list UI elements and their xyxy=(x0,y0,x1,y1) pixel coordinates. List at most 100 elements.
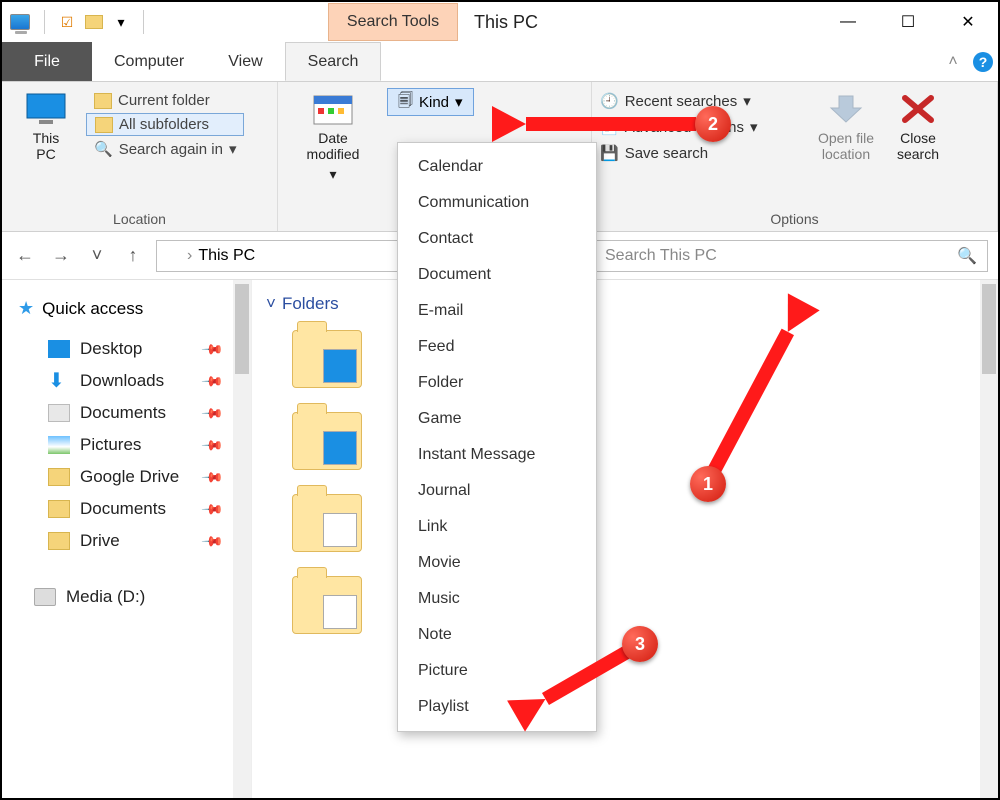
chevron-down-icon: ▾ xyxy=(455,93,463,111)
date-modified-label: Date modified xyxy=(307,130,360,162)
scrollbar-thumb[interactable] xyxy=(235,284,249,374)
address-segment[interactable]: This PC xyxy=(198,247,255,265)
kind-option-note[interactable]: Note xyxy=(398,617,596,653)
advanced-options-label: Advanced options xyxy=(625,119,744,136)
sidebar-item-media[interactable]: Media (D:) xyxy=(18,581,243,613)
sidebar-item-label: Documents xyxy=(80,403,166,423)
kind-label: Kind xyxy=(419,94,449,111)
search-tools-contextual-tab[interactable]: Search Tools xyxy=(328,3,458,41)
monitor-icon xyxy=(25,92,67,126)
sidebar-item-pictures[interactable]: Pictures📌 xyxy=(18,429,243,461)
kind-option-communication[interactable]: Communication xyxy=(398,185,596,221)
folder-item[interactable] xyxy=(292,330,362,388)
search-placeholder: Search This PC xyxy=(605,247,717,265)
kind-option-instant-message[interactable]: Instant Message xyxy=(398,437,596,473)
quick-access-label: Quick access xyxy=(42,299,143,319)
clock-icon: 🕘 xyxy=(600,92,619,110)
sidebar-item-label: Documents xyxy=(80,499,166,519)
kind-option-movie[interactable]: Movie xyxy=(398,545,596,581)
tab-search[interactable]: Search xyxy=(285,42,382,81)
tab-computer[interactable]: Computer xyxy=(92,42,206,81)
tab-file[interactable]: File xyxy=(2,42,92,81)
open-file-location-label: Open file location xyxy=(818,130,874,162)
kind-option-playlist[interactable]: Playlist xyxy=(398,689,596,725)
current-folder-option[interactable]: Current folder xyxy=(86,90,244,111)
chevron-down-icon: ▾ xyxy=(750,118,758,136)
recent-searches-button[interactable]: 🕘Recent searches▾ xyxy=(600,92,810,110)
kind-option-email[interactable]: E-mail xyxy=(398,293,596,329)
up-button[interactable]: ↑ xyxy=(120,243,146,269)
folders-group-header[interactable]: ˅Folders xyxy=(266,294,988,314)
all-subfolders-label: All subfolders xyxy=(119,116,209,133)
kind-option-link[interactable]: Link xyxy=(398,509,596,545)
close-icon xyxy=(897,92,939,126)
main-scrollbar[interactable] xyxy=(980,280,998,798)
save-search-button[interactable]: 💾Save search xyxy=(600,144,810,162)
scrollbar-thumb[interactable] xyxy=(982,284,996,374)
collapse-ribbon-button[interactable]: ˄ xyxy=(938,42,968,81)
chevron-down-icon: ▾ xyxy=(743,92,751,110)
back-button[interactable]: ← xyxy=(12,243,38,269)
sidebar-item-desktop[interactable]: Desktop📌 xyxy=(18,333,243,365)
sidebar-item-documents-2[interactable]: Documents📌 xyxy=(18,493,243,525)
pin-icon: 📌 xyxy=(200,337,224,361)
chevron-down-icon: ▾ xyxy=(229,140,237,158)
search-box[interactable]: Search This PC 🔍 xyxy=(594,240,988,272)
title-bar: ☑ ▾ Search Tools This PC — ☐ ✕ xyxy=(2,2,998,42)
pictures-icon xyxy=(48,436,70,454)
quick-access-header[interactable]: ★ Quick access xyxy=(18,298,243,319)
qat-dropdown-icon[interactable]: ▾ xyxy=(109,10,133,34)
desktop-icon xyxy=(48,340,70,358)
help-button[interactable]: ? xyxy=(968,42,998,81)
sidebar-item-drive[interactable]: Drive📌 xyxy=(18,525,243,557)
kind-option-document[interactable]: Document xyxy=(398,257,596,293)
sidebar-item-google-drive[interactable]: Google Drive📌 xyxy=(18,461,243,493)
sidebar-scrollbar[interactable] xyxy=(233,280,251,798)
date-modified-button[interactable]: Date modified▾ xyxy=(286,86,380,227)
sidebar-item-label: Drive xyxy=(80,531,120,551)
open-file-location-button[interactable]: Open file location xyxy=(810,86,882,211)
kind-option-calendar[interactable]: Calendar xyxy=(398,149,596,185)
close-search-button[interactable]: Close search xyxy=(882,86,954,211)
folder-item[interactable] xyxy=(292,494,362,552)
all-subfolders-option[interactable]: All subfolders xyxy=(86,113,244,136)
kind-option-journal[interactable]: Journal xyxy=(398,473,596,509)
help-icon: ? xyxy=(973,52,993,72)
search-icon[interactable]: 🔍 xyxy=(957,246,977,266)
save-icon: 💾 xyxy=(600,144,619,162)
star-icon: ★ xyxy=(18,298,34,319)
recent-locations-button[interactable]: ˅ xyxy=(84,243,110,269)
advanced-options-button[interactable]: 📄Advanced options▾ xyxy=(600,118,810,136)
ribbon-tabs: File Computer View Search ˄ ? xyxy=(2,42,998,82)
kind-filter-button[interactable]: 🗐 Kind ▾ xyxy=(387,88,474,116)
minimize-button[interactable]: — xyxy=(818,2,878,42)
maximize-button[interactable]: ☐ xyxy=(878,2,938,42)
properties-qat-icon[interactable]: ☑ xyxy=(55,10,79,34)
kind-option-music[interactable]: Music xyxy=(398,581,596,617)
search-icon: 🔍 xyxy=(94,140,113,158)
kind-option-picture[interactable]: Picture xyxy=(398,653,596,689)
chevron-right-icon: › xyxy=(187,247,192,265)
folder-item[interactable] xyxy=(292,412,362,470)
open-location-icon xyxy=(825,92,867,126)
kind-option-game[interactable]: Game xyxy=(398,401,596,437)
close-button[interactable]: ✕ xyxy=(938,2,998,42)
folder-item[interactable] xyxy=(292,576,362,634)
kind-option-folder[interactable]: Folder xyxy=(398,365,596,401)
ribbon-group-options: 🕘Recent searches▾ 📄Advanced options▾ 💾Sa… xyxy=(592,82,998,231)
ribbon-group-location: This PC Current folder All subfolders 🔍S… xyxy=(2,82,278,231)
kind-option-contact[interactable]: Contact xyxy=(398,221,596,257)
forward-button[interactable]: → xyxy=(48,243,74,269)
sidebar-item-documents[interactable]: Documents📌 xyxy=(18,397,243,429)
search-again-in-option[interactable]: 🔍Search again in▾ xyxy=(86,138,244,160)
calendar-icon xyxy=(312,92,354,126)
window-title: This PC xyxy=(474,12,538,33)
kind-option-feed[interactable]: Feed xyxy=(398,329,596,365)
new-folder-qat-icon[interactable] xyxy=(85,15,103,29)
sidebar-item-downloads[interactable]: ⬇Downloads📌 xyxy=(18,365,243,397)
this-pc-scope-button[interactable]: This PC xyxy=(10,86,82,211)
folder-icon xyxy=(48,468,70,486)
tab-view[interactable]: View xyxy=(206,42,284,81)
separator xyxy=(143,10,144,34)
sidebar-item-label: Pictures xyxy=(80,435,141,455)
